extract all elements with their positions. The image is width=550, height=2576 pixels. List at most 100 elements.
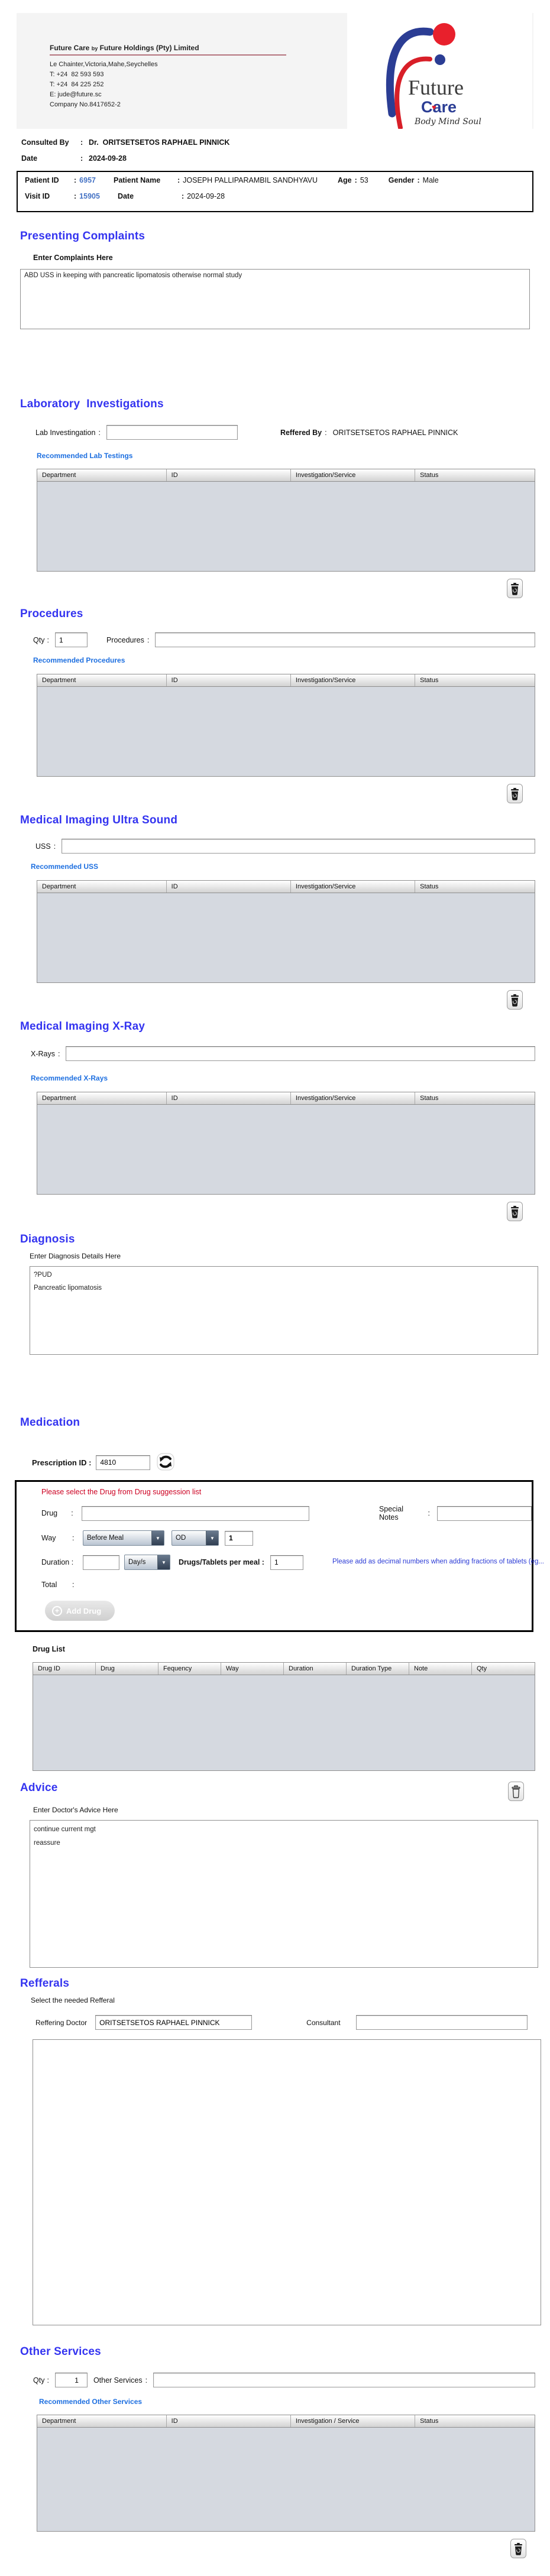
lab-table-header: Department ID Investigation/Service Stat…	[37, 469, 535, 482]
lab-results-table: Department ID Investigation/Service Stat…	[37, 469, 535, 572]
col-way: Way	[221, 1663, 284, 1675]
refresh-prescription-button[interactable]	[156, 1453, 175, 1472]
col-status: Status	[415, 469, 535, 481]
presenting-complaints-title: Presenting Complaints	[20, 230, 550, 243]
advice-sub-label: Enter Doctor's Advice Here	[33, 1806, 550, 1814]
company-email: E: jude@future.sc	[50, 90, 286, 100]
company-name-part2: Future Holdings (Pty) Limited	[100, 44, 199, 52]
procedures-qty-input[interactable]	[55, 632, 88, 647]
xray-table-header: Department ID Investigation/Service Stat…	[37, 1092, 535, 1105]
uss-input[interactable]	[62, 839, 535, 854]
recommended-procedures-link[interactable]: Recommended Procedures	[33, 656, 125, 664]
frequency-qty-input[interactable]	[225, 1531, 253, 1546]
col-investigation-service: Investigation / Service	[291, 2415, 415, 2427]
chevron-down-icon: ▼	[157, 1555, 170, 1569]
lab-investigation-label: Lab Investingation	[35, 429, 95, 437]
other-table-body[interactable]	[37, 2428, 535, 2532]
col-duration: Duration	[284, 1663, 347, 1675]
consultant-label: Consultant	[306, 2019, 340, 2027]
uss-table-header: Department ID Investigation/Service Stat…	[37, 880, 535, 893]
col-department: Department	[37, 881, 167, 893]
prescription-row: Prescription ID :	[32, 1453, 550, 1472]
uss-table-body[interactable]	[37, 893, 535, 983]
recommended-lab-testings-link[interactable]: Recommended Lab Testings	[37, 452, 132, 460]
col-department: Department	[37, 2415, 167, 2427]
reffering-doctor-label: Reffering Doctor	[35, 2019, 87, 2027]
refresh-icon	[157, 1453, 174, 1471]
consult-date-value: 2024-09-28	[89, 154, 127, 163]
refferal-list-box[interactable]	[33, 2039, 541, 2325]
consultation-meta: Consulted By : Dr. ORITSETSETOS RAPHAEL …	[21, 138, 550, 163]
per-meal-input[interactable]	[270, 1555, 303, 1570]
other-qty-input[interactable]	[55, 2373, 88, 2387]
col-id: ID	[167, 881, 291, 893]
lab-table-body[interactable]	[37, 482, 535, 572]
complaints-textarea[interactable]: ABD USS in keeping with pancreatic lipom…	[20, 269, 530, 329]
patient-age-label: Age	[338, 176, 352, 184]
xray-table-body[interactable]	[37, 1105, 535, 1195]
company-number: Company No.8417652-2	[50, 100, 286, 110]
other-services-input[interactable]	[153, 2373, 535, 2387]
lab-investigations-title: Laboratory Investigations	[20, 398, 550, 411]
xray-input[interactable]	[66, 1046, 535, 1061]
advice-textarea[interactable]: continue current mgt reassure	[30, 1820, 538, 1968]
patient-name-value: JOSEPH PALLIPARAMBIL SANDHYAVU	[183, 176, 318, 184]
drug-table-body[interactable]	[33, 1675, 535, 1771]
trash-icon	[513, 2542, 523, 2555]
recommended-xrays-link[interactable]: Recommended X-Rays	[31, 1074, 108, 1082]
consultant-input[interactable]	[356, 2015, 528, 2030]
diagnosis-textarea[interactable]: ?PUD Pancreatic lipomatosis	[30, 1266, 538, 1355]
way-label: Way	[41, 1534, 72, 1542]
other-delete-button[interactable]	[510, 2539, 526, 2558]
company-name: Future Care by Future Holdings (Pty) Lim…	[50, 44, 286, 56]
recommended-other-services-link[interactable]: Recommended Other Services	[39, 2397, 142, 2406]
recommended-uss-link[interactable]: Recommended USS	[31, 862, 98, 871]
procedures-delete-button[interactable]	[507, 784, 523, 803]
col-status: Status	[415, 1092, 535, 1104]
col-frequency: Fequency	[158, 1663, 221, 1675]
refferals-title: Refferals	[20, 1977, 550, 1990]
trash-icon	[510, 582, 520, 595]
lab-investigation-input[interactable]	[106, 425, 238, 440]
col-department: Department	[37, 469, 167, 481]
uss-delete-button[interactable]	[507, 990, 523, 1010]
visit-id-value: 15905	[79, 192, 100, 200]
special-notes-input[interactable]	[437, 1506, 532, 1521]
trash-outline-icon	[511, 1785, 521, 1798]
frequency-dropdown[interactable]: OD ▼	[172, 1530, 219, 1546]
duration-unit-dropdown[interactable]: Day/s ▼	[124, 1555, 170, 1570]
way-dropdown[interactable]: Before Meal ▼	[83, 1530, 164, 1546]
prescription-id-input[interactable]	[96, 1455, 150, 1470]
col-status: Status	[415, 881, 535, 893]
logo-word-future: Future	[408, 76, 464, 99]
col-id: ID	[167, 469, 291, 481]
procedures-table-body[interactable]	[37, 687, 535, 777]
drug-input[interactable]	[82, 1506, 309, 1521]
procedures-table-header: Department ID Investigation/Service Stat…	[37, 674, 535, 687]
col-id: ID	[167, 1092, 291, 1104]
col-investigation-service: Investigation/Service	[291, 469, 415, 481]
procedures-table: Department ID Investigation/Service Stat…	[37, 674, 535, 777]
way-row: Way : Before Meal ▼ OD ▼	[41, 1530, 532, 1546]
col-qty: Qty	[472, 1663, 535, 1675]
procedures-qty-label: Qty	[33, 636, 44, 644]
refferal-row: Reffering Doctor Consultant	[35, 2015, 550, 2030]
add-drug-button[interactable]: + Add Drug	[45, 1601, 115, 1621]
lab-delete-button[interactable]	[507, 579, 523, 598]
procedures-input[interactable]	[155, 632, 535, 647]
duration-input[interactable]	[83, 1555, 119, 1570]
advice-delete-button[interactable]	[508, 1782, 524, 1801]
col-status: Status	[415, 2415, 535, 2427]
visit-date-label: Date	[118, 192, 179, 200]
prescription-report-page: Future Care by Future Holdings (Pty) Lim…	[0, 0, 550, 2576]
trash-icon	[510, 994, 520, 1007]
other-services-field-row: Qty : Other Services :	[33, 2373, 550, 2387]
reffered-by-value: ORITSETSETOS RAPHAEL PINNICK	[333, 429, 458, 437]
xray-table: Department ID Investigation/Service Stat…	[37, 1092, 535, 1195]
reffering-doctor-input[interactable]	[95, 2015, 252, 2030]
patient-age-value: 53	[360, 176, 368, 184]
per-meal-label: Drugs/Tablets per meal :	[179, 1558, 264, 1566]
col-duration-type: Duration Type	[347, 1663, 409, 1675]
xray-delete-button[interactable]	[507, 1202, 523, 1221]
uss-table: Department ID Investigation/Service Stat…	[37, 880, 535, 983]
